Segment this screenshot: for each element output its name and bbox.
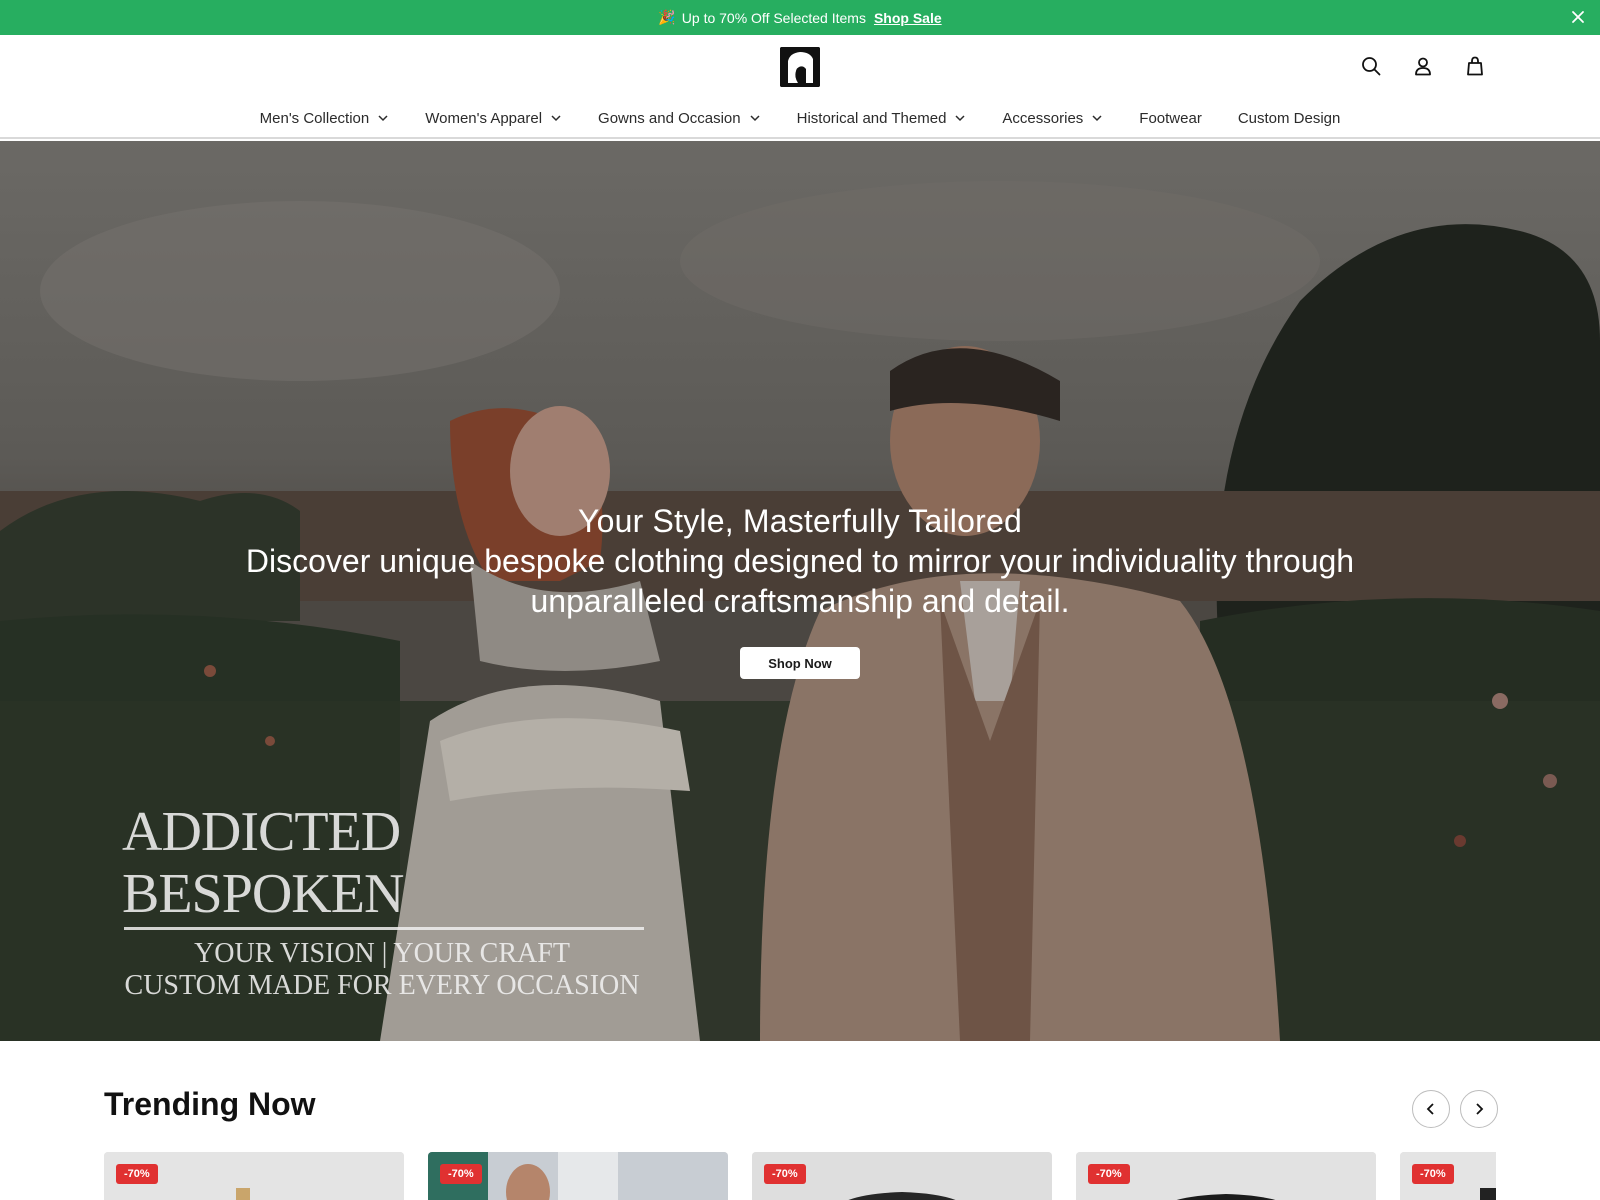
nav-label: Historical and Themed (796, 109, 947, 127)
product-card[interactable]: -70% (1400, 1152, 1496, 1200)
carousel-controls (1412, 1090, 1498, 1128)
chevron-down-icon (955, 115, 965, 122)
chevron-down-icon (378, 115, 388, 122)
hero-title: Your Style, Masterfully Tailored (578, 503, 1022, 539)
discount-badge: -70% (1412, 1164, 1454, 1184)
trending-title: Trending Now (104, 1086, 316, 1122)
account-icon[interactable] (1412, 55, 1434, 77)
nav-label: Women's Apparel (425, 109, 543, 127)
product-card[interactable]: -70% (752, 1152, 1052, 1200)
header-icons (1360, 55, 1486, 77)
chevron-left-icon (1426, 1103, 1434, 1115)
brand-watermark-subtagline: CUSTOM MADE FOR EVERY OCCASION (124, 970, 640, 1001)
brand-watermark-rule (124, 927, 644, 930)
main-nav: Men's Collection Women's Apparel Gowns a… (0, 107, 1600, 129)
search-icon[interactable] (1360, 55, 1382, 77)
discount-badge: -70% (764, 1164, 806, 1184)
nav-womens-apparel[interactable]: Women's Apparel (425, 107, 562, 129)
cart-icon[interactable] (1464, 55, 1486, 77)
nav-gowns-and-occasion[interactable]: Gowns and Occasion (598, 107, 761, 129)
hero-text-block: Your Style, Masterfully Tailored Discove… (0, 501, 1600, 621)
site-header: Men's Collection Women's Apparel Gowns a… (0, 35, 1600, 139)
horse-logo-icon (780, 47, 820, 87)
carousel-next-button[interactable] (1460, 1090, 1498, 1128)
nav-mens-collection[interactable]: Men's Collection (260, 107, 390, 129)
trending-product-carousel: -70% -70% -70% -70% -70% (104, 1152, 1496, 1200)
discount-badge: -70% (1088, 1164, 1130, 1184)
product-card[interactable]: -70% (104, 1152, 404, 1200)
announcement-bar: 🎉 Up to 70% Off Selected Items Shop Sale (0, 0, 1600, 35)
nav-accessories[interactable]: Accessories (1002, 107, 1103, 129)
nav-label: Accessories (1002, 109, 1084, 127)
brand-watermark-name: ADDICTED BESPOKEN (122, 801, 404, 925)
chevron-down-icon (750, 115, 760, 122)
nav-label: Custom Design (1237, 109, 1341, 127)
nav-label: Men's Collection (259, 109, 370, 127)
chevron-down-icon (1092, 115, 1102, 122)
hero-banner: Your Style, Masterfully Tailored Discove… (0, 141, 1600, 1041)
product-card[interactable]: -70% (1076, 1152, 1376, 1200)
nav-custom-design[interactable]: Custom Design (1238, 107, 1341, 129)
brand-watermark: ADDICTED BESPOKEN YOUR VISION | YOUR CRA… (122, 801, 662, 1002)
nav-footwear[interactable]: Footwear (1139, 107, 1202, 129)
chevron-down-icon (551, 115, 561, 122)
nav-label: Gowns and Occasion (598, 109, 741, 127)
carousel-prev-button[interactable] (1412, 1090, 1450, 1128)
chevron-right-icon (1476, 1103, 1484, 1115)
nav-historical-and-themed[interactable]: Historical and Themed (797, 107, 967, 129)
party-emoji: 🎉 (658, 9, 676, 25)
announcement-text: Up to 70% Off Selected Items (681, 9, 866, 26)
hero-subtitle: Discover unique bespoke clothing designe… (245, 543, 1355, 619)
shop-sale-link[interactable]: Shop Sale (874, 10, 942, 26)
brand-watermark-tagline: YOUR VISION | YOUR CRAFT (194, 938, 570, 969)
discount-badge: -70% (116, 1164, 158, 1184)
shop-now-button[interactable]: Shop Now (740, 647, 860, 679)
discount-badge: -70% (440, 1164, 482, 1184)
brand-logo[interactable] (780, 47, 820, 87)
close-icon[interactable] (1570, 9, 1586, 25)
product-card[interactable]: -70% (428, 1152, 728, 1200)
nav-label: Footwear (1139, 109, 1202, 127)
